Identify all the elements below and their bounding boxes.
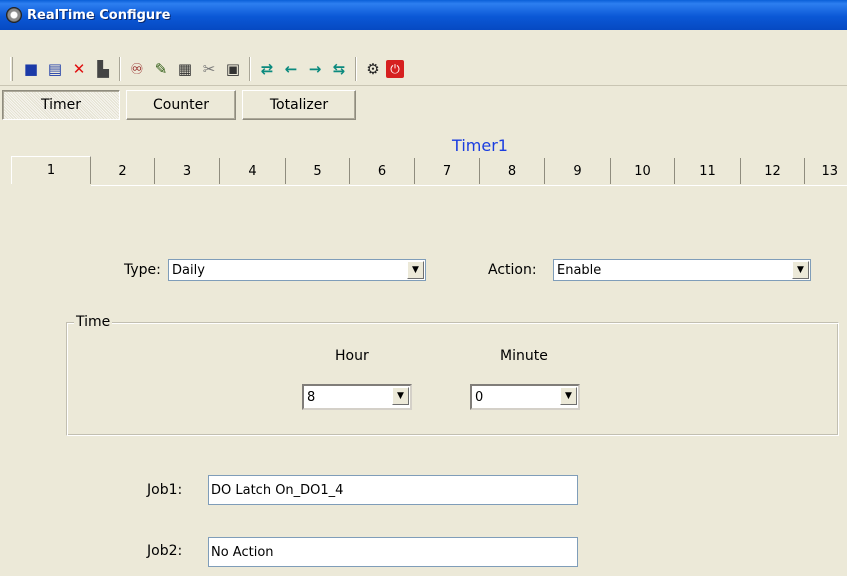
job1-field[interactable]: DO Latch On_DO1_4 <box>208 475 578 505</box>
title-bar[interactable]: RealTime Configure <box>0 0 847 30</box>
toolbar-separator <box>249 57 251 81</box>
tab-timer-2[interactable]: 2 <box>91 158 155 184</box>
chevron-down-icon[interactable]: ▼ <box>560 387 577 405</box>
tab-timer-4[interactable]: 4 <box>220 158 286 184</box>
tab-timer-8[interactable]: 8 <box>480 158 545 184</box>
toolbar-grip[interactable] <box>10 57 13 81</box>
tab-strip-edge <box>91 185 847 186</box>
timer-number-tabs: 1 2 3 4 5 6 7 8 9 10 11 12 13 <box>11 156 838 184</box>
edit-icon[interactable]: ✎ <box>150 58 172 80</box>
calculator-icon[interactable]: ▦ <box>174 58 196 80</box>
gear-icon <box>6 7 22 23</box>
tab-timer-13[interactable]: 13 <box>805 158 838 184</box>
delete-icon[interactable]: ✕ <box>68 58 90 80</box>
minute-select-value: 0 <box>475 389 484 405</box>
tab-timer[interactable]: Timer <box>2 90 120 120</box>
job2-field[interactable]: No Action <box>208 537 578 567</box>
job2-label: Job2: <box>147 543 183 559</box>
tab-timer-5[interactable]: 5 <box>286 158 350 184</box>
previous-icon[interactable]: ← <box>280 58 302 80</box>
copy-icon[interactable]: ▤ <box>44 58 66 80</box>
first-icon[interactable]: ⇄ <box>256 58 278 80</box>
panel-title: Timer1 <box>452 136 508 155</box>
chevron-down-icon[interactable]: ▼ <box>407 261 424 279</box>
window-title: RealTime Configure <box>27 7 171 23</box>
tab-timer-9[interactable]: 9 <box>545 158 611 184</box>
job1-label: Job1: <box>147 482 183 498</box>
find-icon[interactable]: ♾ <box>126 58 148 80</box>
chevron-down-icon[interactable]: ▼ <box>392 387 409 405</box>
action-label: Action: <box>488 262 537 278</box>
hour-label: Hour <box>335 348 369 364</box>
tab-counter[interactable]: Counter <box>126 90 236 120</box>
toolbar-separator <box>119 57 121 81</box>
hour-select-value: 8 <box>307 389 316 405</box>
minute-label: Minute <box>500 348 548 364</box>
save-icon[interactable]: ■ <box>20 58 42 80</box>
stop-icon[interactable]: ⏻ <box>386 60 404 78</box>
hour-select[interactable]: 8 ▼ <box>302 384 412 410</box>
next-icon[interactable]: → <box>304 58 326 80</box>
job2-field-value: No Action <box>211 544 274 560</box>
settings-icon[interactable]: ⚙ <box>362 58 384 80</box>
minute-select[interactable]: 0 ▼ <box>470 384 580 410</box>
tab-timer-6[interactable]: 6 <box>350 158 415 184</box>
time-group-legend: Time <box>74 314 113 330</box>
job1-field-value: DO Latch On_DO1_4 <box>211 482 344 498</box>
toolbar: ■ ▤ ✕ ▙ ♾ ✎ ▦ ✂ ▣ ⇄ ← → ⇆ ⚙ ⏻ <box>0 52 847 86</box>
last-icon[interactable]: ⇆ <box>328 58 350 80</box>
tools-icon[interactable]: ✂ <box>198 58 220 80</box>
timer-panel: Timer1 1 2 3 4 5 6 7 8 9 10 11 12 13 Typ… <box>0 128 847 576</box>
tab-timer-11[interactable]: 11 <box>675 158 741 184</box>
type-label: Type: <box>124 262 161 278</box>
action-select-value: Enable <box>557 262 602 278</box>
type-select-value: Daily <box>172 262 205 278</box>
tab-timer-1[interactable]: 1 <box>11 156 91 184</box>
tab-timer-12[interactable]: 12 <box>741 158 805 184</box>
document-icon[interactable]: ▣ <box>222 58 244 80</box>
tab-timer-10[interactable]: 10 <box>611 158 675 184</box>
toolbar-separator <box>355 57 357 81</box>
type-select[interactable]: Daily ▼ <box>168 259 426 281</box>
time-group <box>66 322 839 436</box>
mode-tabs: Timer Counter Totalizer <box>0 90 362 124</box>
chevron-down-icon[interactable]: ▼ <box>792 261 809 279</box>
tab-timer-7[interactable]: 7 <box>415 158 480 184</box>
tab-timer-3[interactable]: 3 <box>155 158 220 184</box>
print-icon[interactable]: ▙ <box>92 58 114 80</box>
tab-totalizer[interactable]: Totalizer <box>242 90 356 120</box>
action-select[interactable]: Enable ▼ <box>553 259 811 281</box>
